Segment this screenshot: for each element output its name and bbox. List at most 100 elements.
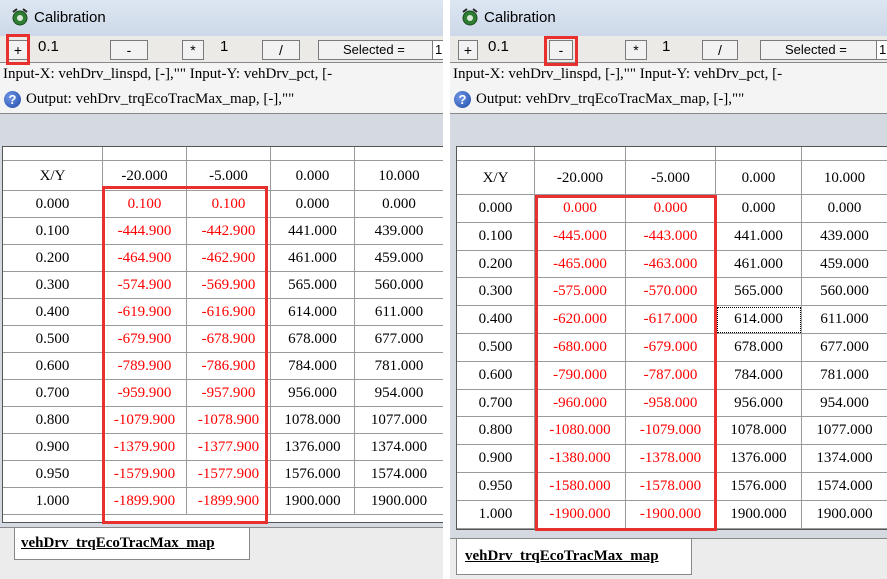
table-cell[interactable]: -1379.900: [103, 434, 187, 461]
divide-button[interactable]: /: [262, 40, 300, 60]
factor-value[interactable]: 1: [662, 38, 670, 55]
help-icon[interactable]: ?: [4, 91, 21, 108]
row-header[interactable]: 0.500: [457, 334, 535, 362]
table-cell[interactable]: -958.000: [626, 389, 716, 418]
row-header[interactable]: 0.100: [457, 222, 535, 251]
table-cell[interactable]: -1078.900: [187, 407, 271, 434]
row-header[interactable]: 0.800: [457, 417, 535, 446]
row-header[interactable]: 1.000: [3, 488, 103, 515]
column-header[interactable]: 0.000: [716, 161, 802, 195]
multiply-button[interactable]: *: [182, 40, 204, 60]
table-cell[interactable]: -957.900: [187, 380, 271, 407]
table-cell[interactable]: 1574.000: [802, 473, 887, 501]
table-cell[interactable]: -1899.900: [187, 488, 271, 515]
table-cell[interactable]: 0.000: [802, 195, 887, 223]
column-header[interactable]: -20.000: [103, 161, 187, 191]
tab-map[interactable]: vehDrv_trqEcoTracMax_map: [456, 539, 692, 575]
table-cell[interactable]: -442.900: [187, 218, 271, 245]
table-cell[interactable]: -679.900: [103, 326, 187, 353]
row-header[interactable]: 0.400: [3, 299, 103, 326]
table-cell[interactable]: 0.000: [271, 191, 355, 218]
table-cell[interactable]: 0.000: [716, 195, 802, 223]
table-cell[interactable]: 0.100: [187, 191, 271, 218]
table-cell[interactable]: -678.900: [187, 326, 271, 353]
table-cell[interactable]: 677.000: [355, 326, 443, 353]
table-cell[interactable]: -959.900: [103, 380, 187, 407]
column-header[interactable]: 10.000: [802, 161, 887, 195]
table-cell[interactable]: -465.000: [535, 250, 626, 279]
row-header[interactable]: 0.400: [457, 306, 535, 334]
table-cell[interactable]: -1579.900: [103, 461, 187, 488]
table-cell[interactable]: 1900.000: [716, 500, 802, 529]
table-cell[interactable]: 459.000: [355, 245, 443, 272]
step-value[interactable]: 0.1: [38, 38, 59, 55]
factor-value[interactable]: 1: [220, 38, 228, 55]
table-cell[interactable]: -1900.000: [535, 500, 626, 529]
table-cell[interactable]: -1377.900: [187, 434, 271, 461]
table-cell[interactable]: 565.000: [271, 272, 355, 299]
table-cell[interactable]: -789.900: [103, 353, 187, 380]
column-header[interactable]: 10.000: [355, 161, 443, 191]
table-cell[interactable]: -960.000: [535, 389, 626, 418]
table-cell[interactable]: 954.000: [355, 380, 443, 407]
table-cell[interactable]: 1374.000: [355, 434, 443, 461]
column-header[interactable]: -20.000: [535, 161, 626, 195]
table-cell[interactable]: -787.000: [626, 361, 716, 390]
increment-button[interactable]: +: [8, 40, 28, 60]
row-header[interactable]: 0.300: [457, 278, 535, 307]
row-header[interactable]: 0.600: [3, 353, 103, 380]
row-header[interactable]: 0.800: [3, 407, 103, 434]
table-cell[interactable]: 611.000: [802, 306, 887, 334]
table-cell[interactable]: 459.000: [802, 251, 887, 279]
row-header[interactable]: 0.500: [3, 326, 103, 353]
column-header[interactable]: 0.000: [271, 161, 355, 191]
table-cell[interactable]: -464.900: [103, 245, 187, 272]
row-header[interactable]: 0.000: [457, 195, 535, 223]
selected-field[interactable]: 1: [876, 40, 887, 60]
table-cell[interactable]: 954.000: [802, 390, 887, 418]
table-cell[interactable]: -790.000: [535, 361, 626, 390]
table-cell[interactable]: -1079.000: [626, 417, 716, 446]
row-header[interactable]: 0.200: [457, 250, 535, 279]
row-header[interactable]: 0.950: [3, 461, 103, 488]
column-header[interactable]: -5.000: [187, 161, 271, 191]
table-cell[interactable]: 1576.000: [716, 473, 802, 501]
table-cell[interactable]: -1578.000: [626, 473, 716, 501]
table-cell[interactable]: 1576.000: [271, 461, 355, 488]
table-cell[interactable]: 677.000: [802, 334, 887, 362]
table-cell[interactable]: -463.000: [626, 250, 716, 279]
table-cell[interactable]: -619.900: [103, 299, 187, 326]
table-cell[interactable]: 614.000: [716, 306, 802, 334]
table-cell[interactable]: -1380.000: [535, 445, 626, 473]
table-cell[interactable]: 441.000: [271, 218, 355, 245]
table-cell[interactable]: -1577.900: [187, 461, 271, 488]
table-cell[interactable]: 461.000: [716, 250, 802, 279]
row-header[interactable]: 0.200: [3, 245, 103, 272]
table-cell[interactable]: 0.000: [626, 195, 716, 223]
table-cell[interactable]: 1374.000: [802, 445, 887, 473]
row-header[interactable]: 0.300: [3, 272, 103, 299]
table-cell[interactable]: -1580.000: [535, 473, 626, 501]
table-cell[interactable]: -680.000: [535, 334, 626, 362]
row-header[interactable]: 0.600: [457, 361, 535, 390]
table-cell[interactable]: 0.000: [355, 191, 443, 218]
tab-map[interactable]: vehDrv_trqEcoTracMax_map: [14, 528, 250, 560]
table-cell[interactable]: 560.000: [355, 272, 443, 299]
divide-button[interactable]: /: [702, 40, 738, 60]
table-cell[interactable]: -679.000: [626, 334, 716, 362]
table-cell[interactable]: -786.900: [187, 353, 271, 380]
table-cell[interactable]: 565.000: [716, 278, 802, 307]
table-cell[interactable]: 1376.000: [716, 445, 802, 473]
table-cell[interactable]: -1080.000: [535, 417, 626, 446]
row-header[interactable]: 0.700: [457, 389, 535, 418]
table-cell[interactable]: 784.000: [716, 361, 802, 390]
row-header[interactable]: 0.100: [3, 218, 103, 245]
table-cell[interactable]: -569.900: [187, 272, 271, 299]
table-cell[interactable]: -443.000: [626, 222, 716, 251]
decrement-button[interactable]: -: [110, 40, 148, 60]
table-cell[interactable]: 1900.000: [271, 488, 355, 515]
table-cell[interactable]: -1079.900: [103, 407, 187, 434]
table-cell[interactable]: 1900.000: [802, 501, 887, 529]
table-cell[interactable]: 1078.000: [716, 417, 802, 446]
table-cell[interactable]: -620.000: [535, 306, 626, 334]
